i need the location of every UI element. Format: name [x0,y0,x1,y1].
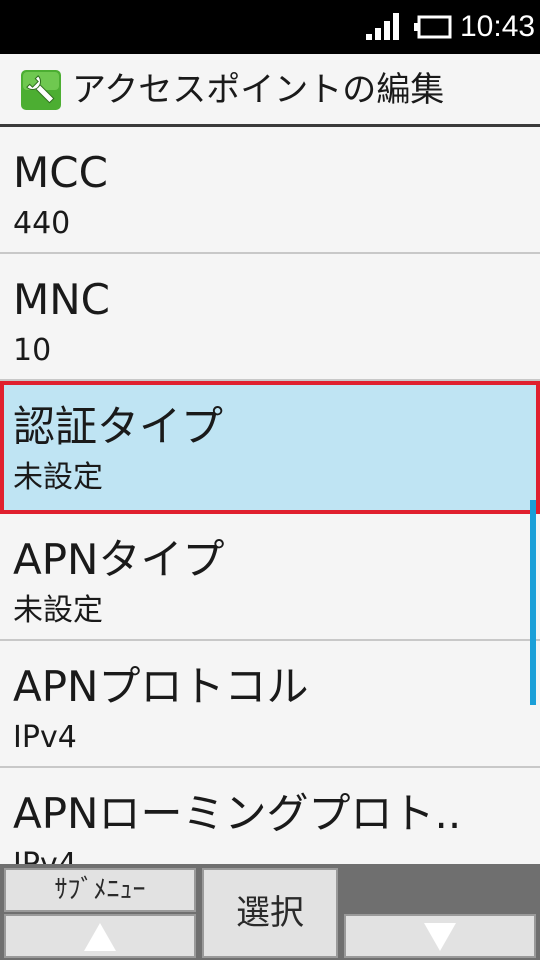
down-arrow-icon [424,923,456,951]
softkey-empty-slot [344,868,536,912]
app-header: アクセスポイントの編集 [0,54,540,127]
select-button[interactable]: 選択 [202,868,338,958]
list-item-value: 440 [13,206,71,241]
scroll-down-button[interactable] [344,914,536,958]
list-item-value: 未設定 [13,593,103,628]
list-item-mnc[interactable]: MNC 10 [0,254,540,381]
signal-icon [366,13,399,40]
settings-list: MCC 440 MNC 10 認証タイプ 未設定 APNタイプ 未設定 APNプ… [0,127,540,864]
list-item-title: APNローミングプロト.. [13,789,462,838]
page-title: アクセスポイントの編集 [72,70,445,110]
scrollbar[interactable] [530,500,536,705]
list-item-value: 未設定 [13,460,103,495]
list-item-apn-protocol[interactable]: APNプロトコル IPv4 [0,641,540,768]
list-item-mcc[interactable]: MCC 440 [0,127,540,254]
softkey-bar: ｻﾌﾞﾒﾆｭｰ 選択 [0,864,540,960]
submenu-button[interactable]: ｻﾌﾞﾒﾆｭｰ [4,868,196,912]
list-item-value: 10 [13,333,52,368]
status-bar: 10:43 [0,0,540,54]
list-item-title: APNプロトコル [13,662,309,711]
list-item-apn-type[interactable]: APNタイプ 未設定 [0,514,540,641]
wrench-icon [21,70,61,110]
list-item-title: MCC [13,148,108,197]
battery-icon [414,15,452,39]
list-item-apn-roaming-protocol[interactable]: APNローミングプロト.. IPv4 [0,768,540,864]
list-item-title: 認証タイプ [13,402,224,451]
status-clock: 10:43 [460,10,536,43]
list-item-title: MNC [13,275,110,324]
list-item-value: IPv4 [13,846,77,864]
up-arrow-icon [84,923,116,951]
list-item-value: IPv4 [13,720,77,755]
list-item-title: APNタイプ [13,535,225,584]
scroll-up-button[interactable] [4,914,196,958]
list-item-auth-type[interactable]: 認証タイプ 未設定 [0,381,540,514]
